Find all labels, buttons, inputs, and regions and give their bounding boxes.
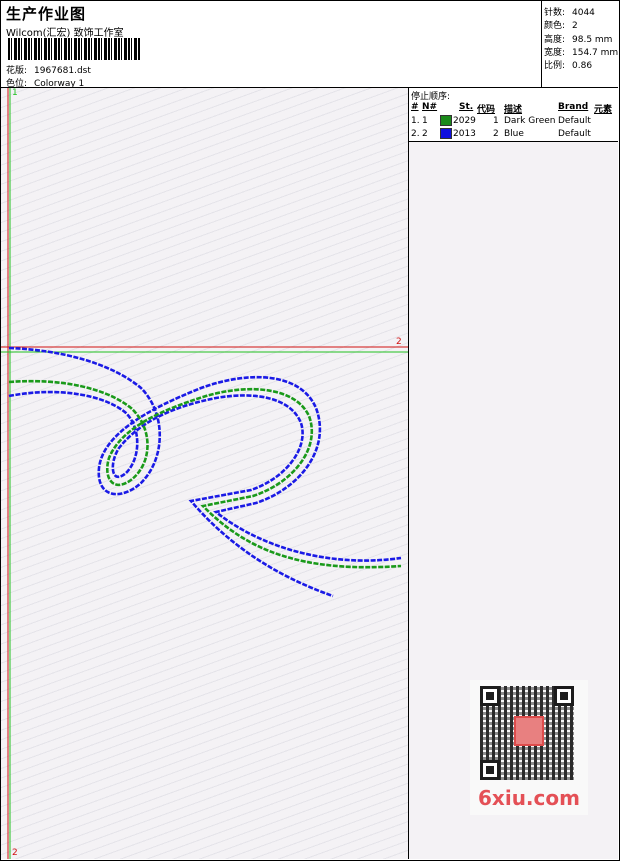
col-header-index: # (411, 102, 419, 112)
blue-thread-paths (8, 346, 402, 598)
qr-finder-icon (554, 686, 574, 706)
stat-scale: 比例: 0.86 (544, 61, 593, 71)
seal-logo (514, 716, 544, 746)
color-swatch (440, 115, 452, 126)
barcode (8, 38, 141, 60)
col-header-n: N# (422, 102, 438, 112)
marker-bottom: 2 (12, 848, 18, 858)
design-file-row: 花版: 1967681.dst (6, 63, 91, 76)
header: 生产作业图 Wilcom(汇宏) 致饰工作室 花版: 1967681.dst 色位… (1, 1, 618, 89)
stop-sequence-table: 停止顺序: # N# St. 代码 描述 Brand 元素 1. 1 2029 … (409, 88, 618, 142)
green-thread-paths (8, 379, 402, 569)
stat-colors: 颜色: 2 (544, 21, 578, 31)
col-header-desc: 描述 (504, 105, 523, 115)
stop-sequence-title: 停止顺序: (411, 92, 451, 102)
design-value: 1967681.dst (34, 66, 91, 76)
design-label: 花版: (6, 66, 28, 76)
col-header-st: St. (459, 102, 474, 112)
qr-finder-icon (480, 760, 500, 780)
color-swatch (440, 128, 452, 139)
company-name: Wilcom(汇宏) 致饰工作室 (6, 28, 124, 39)
marker-top: 1 (12, 88, 18, 98)
stats-box: 针数: 4044 颜色: 2 高度: 98.5 mm 宽度: 154.7 mm 比例: 0… (541, 1, 619, 87)
embroidery-preview (1, 88, 408, 859)
qr-code (480, 686, 574, 780)
qr-finder-icon (480, 686, 500, 706)
stat-height: 高度: 98.5 mm (544, 35, 613, 45)
col-header-code: 代码 (477, 105, 496, 115)
col-header-element: 元素 (594, 105, 613, 115)
watermark: 6xiu.com (470, 680, 588, 815)
marker-mid: 2 (396, 337, 402, 347)
col-header-brand: Brand (558, 102, 589, 112)
page-title: 生产作业图 (6, 5, 87, 23)
watermark-site: 6xiu.com (478, 786, 580, 810)
design-canvas: 1 2 2 (1, 88, 409, 859)
stat-stitches: 针数: 4044 (544, 8, 595, 18)
stat-width: 宽度: 154.7 mm (544, 48, 619, 58)
